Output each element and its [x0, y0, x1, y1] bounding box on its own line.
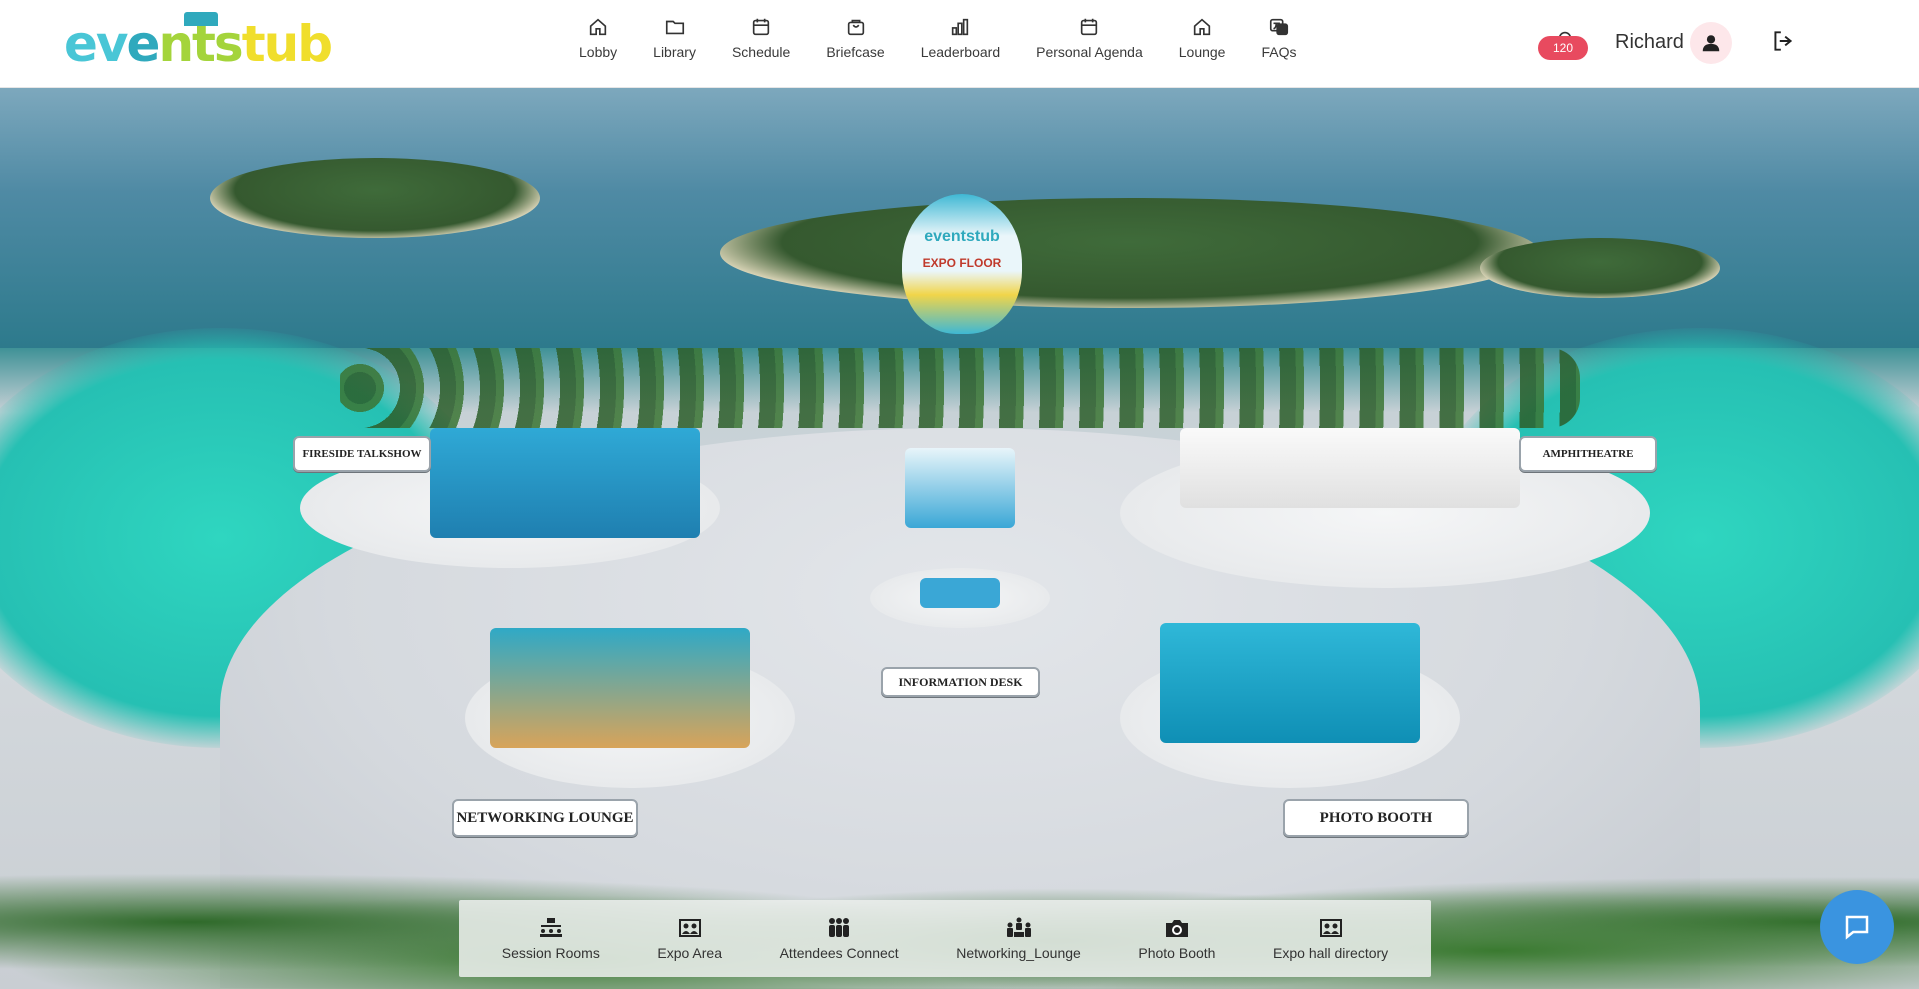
toolbar-item-label: Photo Booth	[1138, 944, 1216, 961]
nav-item-schedule[interactable]: Schedule	[714, 16, 808, 60]
nav-item-briefcase[interactable]: Briefcase	[808, 16, 902, 60]
chat-icon	[1845, 915, 1869, 940]
networking-icon	[1006, 917, 1031, 937]
logout-button[interactable]	[1770, 28, 1796, 54]
bag-icon	[847, 19, 864, 36]
toolbar-item-photo-booth[interactable]: Photo Booth	[1138, 917, 1215, 961]
nav-item-library[interactable]: Library	[635, 16, 714, 60]
nav-item-label: Leaderboard	[920, 44, 1001, 60]
toolbar-item-label: Session Rooms	[501, 944, 600, 961]
folder-icon	[665, 20, 684, 35]
toolbar-item-label: Expo Area	[657, 944, 723, 961]
notifications-button[interactable]: 120	[1538, 28, 1588, 62]
home-icon	[589, 18, 607, 36]
camera-icon	[1165, 919, 1188, 937]
notification-count-badge: 120	[1538, 36, 1588, 60]
bottom-toolbar: Session Rooms Expo Area Attendees Connec…	[459, 900, 1431, 977]
fireside-talkshow-sign[interactable]: FIRESIDE TALKSHOW	[293, 436, 431, 472]
logo-text-part: tub	[241, 15, 333, 73]
island-right	[1480, 238, 1720, 298]
expo-floor-scene: eventstub EXPO FLOOR FIRESIDE TALKSHOW A…	[0, 88, 1919, 989]
calendar-icon	[1081, 18, 1098, 36]
logo-text-part: e	[126, 12, 218, 74]
avatar[interactable]	[1690, 22, 1732, 64]
nav-item-label: Library	[653, 44, 696, 60]
toolbar-item-attendees-connect[interactable]: Attendees Connect	[780, 917, 899, 961]
toolbar-item-expo-hall-directory[interactable]: Expo hall directory	[1273, 917, 1388, 961]
nav-item-label: Lobby	[579, 44, 618, 60]
island-left	[210, 158, 540, 238]
networking-lounge-booth[interactable]	[490, 628, 750, 748]
calendar-logo-mark	[183, 12, 218, 26]
calendar-icon	[752, 18, 770, 36]
nav-item-label: FAQs	[1261, 44, 1297, 60]
balloon-logo-text: eventstub	[924, 228, 1000, 245]
fountain	[905, 448, 1015, 528]
expo-floor-balloon[interactable]: eventstub EXPO FLOOR	[902, 194, 1022, 334]
nav-item-label: Lounge	[1178, 44, 1226, 60]
chat-button[interactable]	[1820, 890, 1894, 964]
top-navigation-bar: ev e nts tub Lobby Library Schedule Brie…	[0, 0, 1919, 88]
information-desk-sign[interactable]: INFORMATION DESK	[881, 667, 1040, 697]
balloon-sign-text: EXPO FLOOR	[922, 256, 1002, 270]
toolbar-item-session-rooms[interactable]: Session Rooms	[502, 917, 600, 961]
nav-item-label: Schedule	[731, 44, 791, 60]
toolbar-item-expo-area[interactable]: Expo Area	[657, 917, 722, 961]
toolbar-item-networking-lounge[interactable]: Networking_Lounge	[956, 917, 1081, 961]
toolbar-item-label: Attendees Connect	[779, 944, 899, 961]
user-name[interactable]: Richard	[1615, 31, 1684, 54]
nav-item-lobby[interactable]: Lobby	[565, 16, 635, 60]
user-icon	[1702, 35, 1720, 52]
nav-item-personal-agenda[interactable]: Personal Agenda	[1018, 16, 1161, 60]
toolbar-item-label: Expo hall directory	[1273, 944, 1389, 961]
fireside-booth[interactable]	[430, 428, 700, 538]
information-desk[interactable]	[920, 578, 1000, 608]
translate-icon	[1269, 18, 1289, 36]
nav-item-faqs[interactable]: FAQs	[1243, 16, 1314, 60]
nav-item-label: Briefcase	[826, 44, 885, 60]
toolbar-item-label: Networking_Lounge	[956, 944, 1081, 961]
logout-icon	[1774, 31, 1793, 51]
session-rooms-icon	[539, 917, 562, 937]
island-center	[720, 198, 1540, 308]
logo-text-part: e	[126, 15, 161, 73]
amphitheatre-sign[interactable]: AMPHITHEATRE	[1519, 436, 1657, 472]
bar-chart-icon	[952, 18, 969, 36]
attendees-icon	[829, 917, 850, 937]
logo-text-part: ev	[64, 15, 129, 73]
nav-item-lounge[interactable]: Lounge	[1161, 16, 1244, 60]
amphitheatre-stage[interactable]	[1180, 428, 1520, 508]
palm-row	[340, 348, 1580, 428]
expo-area-icon	[678, 918, 701, 937]
nav-item-label: Personal Agenda	[1036, 44, 1143, 60]
eventstub-logo[interactable]: ev e nts tub	[64, 12, 333, 74]
main-nav: Lobby Library Schedule Briefcase Leaderb…	[565, 16, 1314, 60]
photo-booth-structure[interactable]	[1160, 623, 1420, 743]
home-icon	[1193, 18, 1211, 36]
directory-icon	[1319, 918, 1342, 937]
nav-item-leaderboard[interactable]: Leaderboard	[903, 16, 1018, 60]
